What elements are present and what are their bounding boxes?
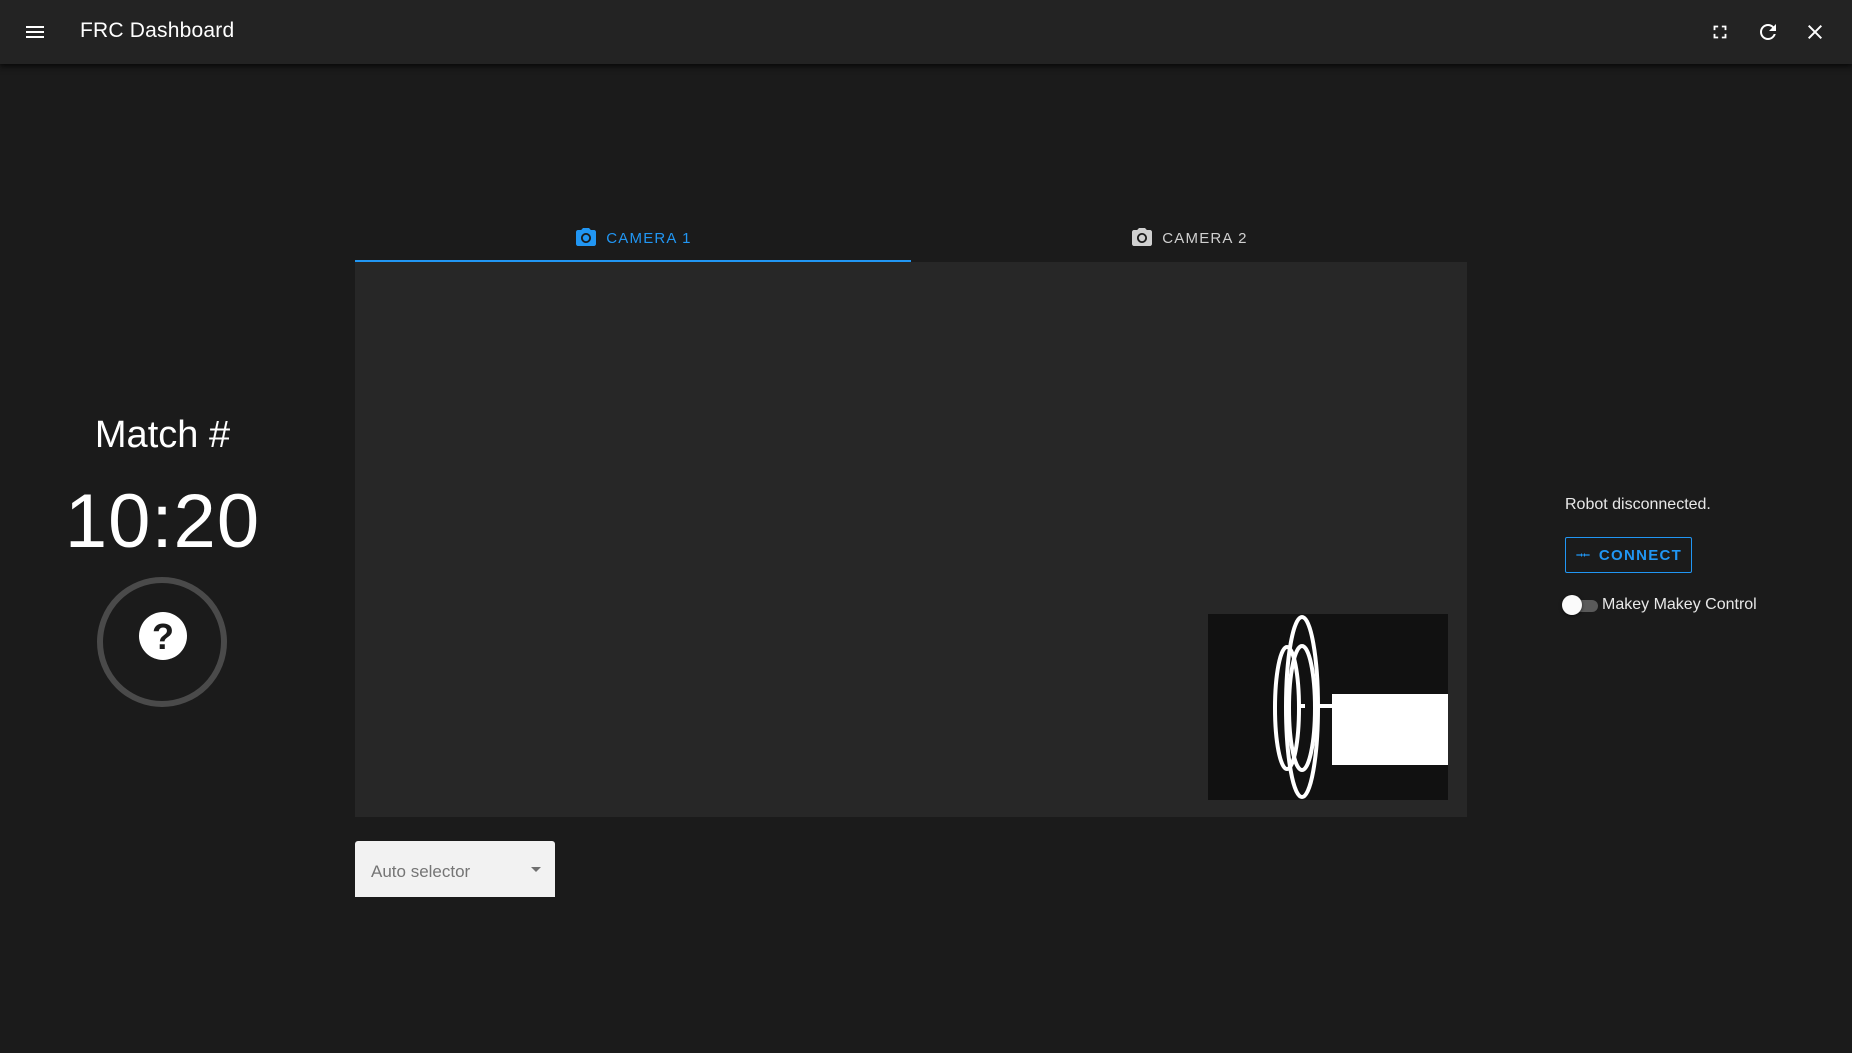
auto-selector-placeholder: Auto selector [371,862,471,881]
toggle-thumb [1562,595,1582,615]
camera-tabs: CAMERA 1 CAMERA 2 [355,214,1467,262]
camera-icon [574,226,598,250]
makey-makey-toggle[interactable] [1562,594,1598,616]
help-icon: ? [139,612,187,660]
app-title: FRC Dashboard [80,19,235,42]
connect-icon [1575,547,1591,563]
close-icon [1808,25,1822,39]
app-bar: FRC Dashboard [0,0,1852,64]
auto-selector-dropdown[interactable]: Auto selector [355,841,555,897]
robot-diagram-graphic [1273,615,1448,799]
menu-icon [26,26,44,38]
menu-button[interactable] [15,12,55,52]
dropdown-arrow-icon [531,867,541,872]
match-label: Match # [94,414,231,456]
reload-icon [1760,24,1776,40]
tab-label: CAMERA 1 [606,229,692,247]
tab-camera-1[interactable]: CAMERA 1 [355,214,911,262]
tab-camera-2[interactable]: CAMERA 2 [911,214,1467,262]
connect-label: CONNECT [1598,546,1683,564]
fullscreen-button[interactable] [1700,12,1740,52]
connect-button[interactable]: CONNECT [1565,537,1692,573]
reload-button[interactable] [1748,12,1788,52]
tab-label: CAMERA 2 [1162,229,1248,247]
robot-diagram [1208,614,1448,800]
makey-makey-label: Makey Makey Control [1602,596,1757,613]
camera-icon [1130,226,1154,250]
close-button[interactable] [1795,12,1835,52]
match-timer: 10:20 [64,479,261,564]
fullscreen-icon [1713,25,1727,39]
robot-connection-status: Robot disconnected. [1565,496,1711,513]
